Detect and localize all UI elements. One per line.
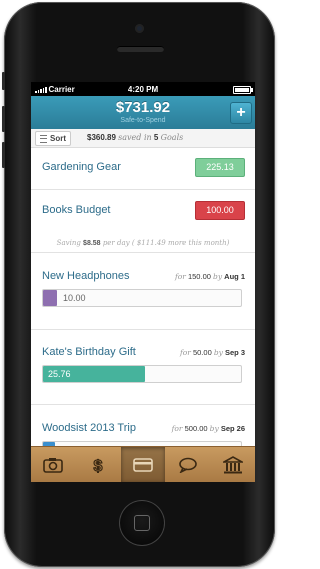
- tab-accounts[interactable]: [120, 447, 166, 482]
- for-label: for: [179, 348, 191, 357]
- safe-to-spend-amount: $731.92: [115, 99, 171, 116]
- tab-camera[interactable]: [31, 447, 76, 482]
- budget-row-gardening-gear[interactable]: Gardening Gear 225.13: [31, 147, 255, 190]
- goal-row-new-headphones[interactable]: New Headphones for 150.00 by Aug 1 10.00: [31, 253, 255, 330]
- volume-up-button: [2, 106, 5, 132]
- home-button-icon: [134, 515, 150, 531]
- saved-amount: $360.89: [87, 133, 116, 142]
- sort-label: Sort: [50, 134, 66, 143]
- for-label: for: [174, 272, 186, 281]
- budget-amount-badge: 100.00: [195, 201, 245, 220]
- header: $731.92 Safe-to-Spend +: [31, 96, 255, 129]
- saving-amount: $8.58: [83, 240, 101, 247]
- tab-bank[interactable]: [210, 447, 255, 482]
- app-screen: Carrier 4:20 PM $731.92 Safe-to-Spend + …: [31, 82, 255, 482]
- goal-progress-fill: [43, 290, 57, 306]
- goal-date: Sep 3: [224, 348, 245, 357]
- battery-icon: [233, 86, 253, 94]
- goal-target-amount: 150.00: [187, 272, 211, 281]
- goal-saved-amount: 10.00: [63, 293, 86, 303]
- card-icon: [133, 457, 153, 472]
- budget-amount-badge: 225.13: [195, 158, 245, 177]
- phone-frame: Carrier 4:20 PM $731.92 Safe-to-Spend + …: [2, 2, 275, 567]
- goal-date: Sep 26: [220, 424, 245, 433]
- saving-more-this-month: ( $111.49 more this month): [131, 239, 230, 247]
- goal-saved-amount: 25.76: [48, 369, 71, 379]
- tab-messages[interactable]: [165, 447, 210, 482]
- by-label: by: [213, 348, 223, 357]
- budget-name: Gardening Gear: [42, 161, 121, 173]
- by-label: by: [209, 424, 219, 433]
- saving-prefix: Saving: [56, 239, 81, 247]
- goal-count: 5: [153, 133, 159, 142]
- front-camera: [135, 24, 144, 33]
- sort-icon: [40, 134, 47, 143]
- chat-bubble-icon: [178, 457, 197, 473]
- tab-spending[interactable]: $: [76, 447, 121, 482]
- status-bar: Carrier 4:20 PM: [31, 82, 255, 96]
- sort-bar: Sort $360.89 saved in 5 Goals: [31, 129, 255, 148]
- goal-name: New Headphones: [42, 270, 130, 282]
- by-label: by: [213, 272, 223, 281]
- goal-target: for 150.00 by Aug 1: [175, 272, 245, 281]
- goal-target: for 50.00 by Sep 3: [180, 348, 245, 357]
- tab-bar: $: [31, 446, 255, 482]
- goal-progress-bar: 25.76: [42, 365, 242, 383]
- svg-text:$: $: [94, 458, 103, 474]
- goal-progress-bar: 10.00: [42, 289, 242, 307]
- sort-button[interactable]: Sort: [35, 131, 71, 146]
- dollar-icon: $: [93, 457, 103, 474]
- goal-row-kates-birthday-gift[interactable]: Kate's Birthday Gift for 50.00 by Sep 3 …: [31, 330, 255, 405]
- goal-target-amount: 500.00: [184, 424, 208, 433]
- bank-icon: [222, 455, 243, 473]
- status-time: 4:20 PM: [127, 84, 159, 94]
- camera-icon: [43, 457, 64, 473]
- saving-rate: Saving $8.58 per day ( $111.49 more this…: [31, 239, 255, 247]
- saved-text: saved in: [118, 133, 152, 142]
- goal-name: Kate's Birthday Gift: [42, 346, 136, 358]
- add-button[interactable]: +: [230, 102, 252, 124]
- goal-date: Aug 1: [224, 272, 245, 281]
- saved-summary: $360.89 saved in 5 Goals: [87, 133, 183, 142]
- goal-target-amount: 50.00: [192, 348, 212, 357]
- safe-to-spend-label: Safe-to-Spend: [120, 117, 166, 124]
- saving-per: per day: [102, 239, 130, 247]
- budget-row-books-budget[interactable]: Books Budget 100.00: [31, 190, 255, 234]
- volume-down-button: [2, 142, 5, 168]
- goals-text: Goals: [160, 133, 184, 142]
- budget-name: Books Budget: [42, 204, 111, 216]
- for-label: for: [171, 424, 183, 433]
- earpiece-speaker: [117, 46, 164, 52]
- goal-name: Woodsist 2013 Trip: [42, 422, 136, 434]
- mute-switch: [2, 72, 5, 90]
- goal-target: for 500.00 by Sep 26: [172, 424, 245, 433]
